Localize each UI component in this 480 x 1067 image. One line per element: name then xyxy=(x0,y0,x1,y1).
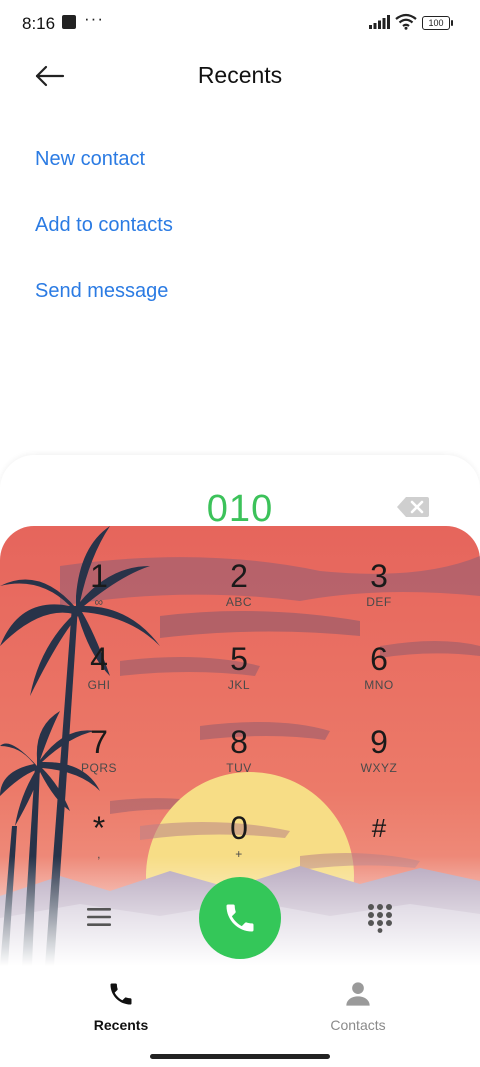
key-digit: 3 xyxy=(370,558,388,594)
key-letters: WXYZ xyxy=(360,761,398,775)
key-hash[interactable]: # xyxy=(319,810,439,890)
phone-icon xyxy=(226,904,254,932)
key-letters: JKL xyxy=(227,678,251,692)
key-digit: 7 xyxy=(90,724,108,760)
key-letters: TUV xyxy=(226,761,252,775)
key-letters: PQRS xyxy=(80,761,117,775)
key-digit: 6 xyxy=(370,641,388,677)
bottom-nav: Recents Contacts xyxy=(0,970,480,1067)
page-title: Recents xyxy=(197,62,283,88)
key-8[interactable]: 8 TUV xyxy=(179,724,299,804)
key-9[interactable]: 9 WXYZ xyxy=(319,724,439,804)
key-digit: 5 xyxy=(230,641,248,677)
key-5[interactable]: 5 JKL xyxy=(179,641,299,721)
key-letters: ABC xyxy=(225,595,253,609)
new-contact-link[interactable]: New contact xyxy=(35,148,145,171)
send-message-link[interactable]: Send message xyxy=(35,280,168,303)
keypad-grid-icon[interactable] xyxy=(366,903,394,933)
voicemail-icon: ∞ xyxy=(94,595,104,609)
tab-recents-label: Recents xyxy=(93,1017,149,1033)
home-indicator xyxy=(150,1054,330,1059)
key-letters: DEF xyxy=(366,595,392,609)
tab-recents[interactable]: Recents xyxy=(61,980,181,1033)
call-button[interactable] xyxy=(199,877,281,959)
status-more-dots: ··· xyxy=(84,9,104,28)
person-icon xyxy=(346,982,370,1006)
notification-square-icon xyxy=(62,15,76,29)
key-digit: 8 xyxy=(230,724,248,760)
key-letters: GHI xyxy=(87,678,111,692)
key-digit: 4 xyxy=(90,641,108,677)
key-6[interactable]: 6 MNO xyxy=(319,641,439,721)
key-digit: # xyxy=(371,813,387,843)
key-digit: 1 xyxy=(90,558,108,594)
key-letters: + xyxy=(235,847,243,861)
tab-contacts[interactable]: Contacts xyxy=(298,980,418,1033)
key-digit: 2 xyxy=(230,558,248,594)
key-digit: 0 xyxy=(230,810,248,846)
add-to-contacts-link[interactable]: Add to contacts xyxy=(35,214,173,237)
key-star[interactable]: * , xyxy=(39,810,159,890)
key-digit: 9 xyxy=(370,724,388,760)
key-letters: MNO xyxy=(364,678,394,692)
key-4[interactable]: 4 GHI xyxy=(39,641,159,721)
key-3[interactable]: 3 DEF xyxy=(319,558,439,638)
tab-contacts-label: Contacts xyxy=(330,1017,386,1033)
key-digit: * xyxy=(92,810,106,846)
key-2[interactable]: 2 ABC xyxy=(179,558,299,638)
backspace-icon[interactable] xyxy=(396,496,430,518)
key-1[interactable]: 1 ∞ xyxy=(39,558,159,638)
menu-icon[interactable] xyxy=(86,904,112,930)
status-bar: 8:16 ··· 100 xyxy=(0,0,480,48)
signal-icon xyxy=(369,15,390,29)
key-7[interactable]: 7 PQRS xyxy=(39,724,159,804)
wifi-icon xyxy=(395,13,417,30)
status-time: 8:16 xyxy=(22,14,56,33)
phone-icon xyxy=(110,983,132,1005)
battery-icon: 100 xyxy=(422,16,453,30)
key-letters: , xyxy=(97,847,101,861)
